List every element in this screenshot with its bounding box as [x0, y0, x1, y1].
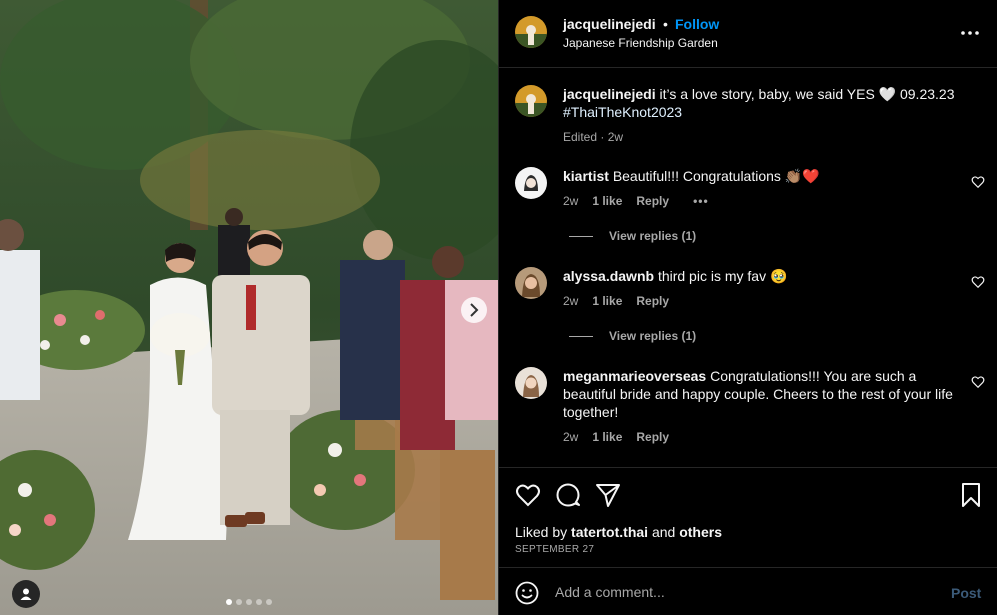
carousel-dot: [266, 599, 272, 605]
liked-others[interactable]: others: [679, 524, 722, 540]
view-replies-label: View replies (1): [609, 329, 697, 343]
location-link[interactable]: Japanese Friendship Garden: [563, 36, 718, 50]
replies-line: [569, 235, 593, 237]
caption-text: it’s a love story, baby, we said YES 🤍 0…: [659, 86, 955, 102]
comment-text: Beautiful!!! Congratulations 👏🏽❤️: [612, 168, 820, 184]
caption-avatar[interactable]: [515, 85, 547, 117]
tagged-users-button[interactable]: [12, 580, 40, 608]
bookmark-icon[interactable]: [958, 482, 984, 508]
comment-options-button[interactable]: •••: [693, 194, 709, 208]
comment-body: kiartist Beautiful!!! Congratulations 👏🏽…: [563, 167, 958, 185]
carousel-next-button[interactable]: [461, 297, 487, 323]
replies-line: [569, 335, 593, 337]
comment-age: 2w: [563, 194, 579, 208]
avatar-image: [515, 367, 547, 399]
like-comment-heart-icon[interactable]: [971, 175, 985, 189]
post-actions: Liked by tatertot.thai and others SEPTEM…: [499, 467, 997, 567]
follow-button[interactable]: Follow: [675, 16, 719, 32]
comment-meta: 2w 1 like Reply: [563, 294, 669, 308]
view-replies-button[interactable]: View replies (1): [569, 329, 696, 343]
comment-icon[interactable]: [555, 482, 581, 508]
comment-likes[interactable]: 1 like: [592, 194, 622, 208]
caption-age: 2w: [607, 130, 624, 144]
post-header: jacquelinejedi • Follow Japanese Friends…: [499, 0, 997, 68]
commenter-avatar[interactable]: [515, 367, 547, 399]
post-caption: jacquelinejedi it’s a love story, baby, …: [563, 85, 973, 146]
chevron-right-icon: [470, 303, 479, 317]
comment-username[interactable]: alyssa.dawnb: [563, 268, 654, 284]
carousel-dot: [246, 599, 252, 605]
caption-username[interactable]: jacquelinejedi: [563, 86, 656, 102]
instagram-post-modal: jacquelinejedi • Follow Japanese Friends…: [0, 0, 997, 615]
comment-likes[interactable]: 1 like: [592, 294, 622, 308]
post-side-panel: jacquelinejedi • Follow Japanese Friends…: [498, 0, 997, 615]
carousel-dot: [256, 599, 262, 605]
carousel-dot: [236, 599, 242, 605]
view-replies-button[interactable]: View replies (1): [569, 229, 696, 243]
caption-hashtag[interactable]: #ThaiTheKnot2023: [563, 103, 973, 121]
reply-button[interactable]: Reply: [636, 294, 669, 308]
comment-likes[interactable]: 1 like: [592, 430, 622, 444]
comment-username[interactable]: meganmarieoverseas: [563, 368, 706, 384]
author-username[interactable]: jacquelinejedi: [563, 16, 656, 32]
liked-by: Liked by tatertot.thai and others: [515, 524, 722, 540]
post-photo[interactable]: [0, 0, 498, 615]
comment-body: meganmarieoverseas Congratulations!!! Yo…: [563, 367, 958, 421]
author-avatar[interactable]: [515, 16, 547, 48]
add-comment-bar: Post: [499, 567, 997, 615]
view-replies-label: View replies (1): [609, 229, 697, 243]
post-date[interactable]: SEPTEMBER 27: [515, 544, 594, 555]
carousel-dot: [226, 599, 232, 605]
emoji-icon[interactable]: [515, 581, 539, 605]
reply-button[interactable]: Reply: [636, 194, 669, 208]
comment-body: alyssa.dawnb third pic is my fav 🥹: [563, 267, 958, 285]
avatar-image: [515, 267, 547, 299]
comment-age: 2w: [563, 430, 579, 444]
avatar-image: [515, 16, 547, 48]
wedding-photo-scene: [0, 0, 498, 615]
liked-prefix: Liked by: [515, 524, 568, 540]
post-comment-button[interactable]: Post: [951, 585, 981, 601]
comment-age: 2w: [563, 294, 579, 308]
edited-label: Edited: [563, 130, 598, 144]
more-options-icon[interactable]: [959, 22, 981, 44]
comment-text: third pic is my fav 🥹: [657, 268, 788, 284]
like-comment-heart-icon[interactable]: [971, 275, 985, 289]
header-separator: •: [663, 16, 668, 32]
heart-icon[interactable]: [515, 482, 541, 508]
carousel-indicator: [226, 599, 272, 605]
share-icon[interactable]: [595, 482, 621, 508]
commenter-avatar[interactable]: [515, 267, 547, 299]
comment-username[interactable]: kiartist: [563, 168, 609, 184]
reply-button[interactable]: Reply: [636, 430, 669, 444]
liked-user[interactable]: tatertot.thai: [571, 524, 648, 540]
comment-input[interactable]: [555, 582, 925, 602]
meta-dot: ·: [600, 130, 605, 144]
caption-meta: Edited · 2w: [563, 128, 973, 146]
like-comment-heart-icon[interactable]: [971, 375, 985, 389]
liked-middle: and: [651, 524, 676, 540]
user-tag-icon: [20, 588, 32, 600]
comment-meta: 2w 1 like Reply •••: [563, 194, 709, 208]
avatar-image: [515, 167, 547, 199]
avatar-image: [515, 85, 547, 117]
commenter-avatar[interactable]: [515, 167, 547, 199]
comment-meta: 2w 1 like Reply: [563, 430, 669, 444]
